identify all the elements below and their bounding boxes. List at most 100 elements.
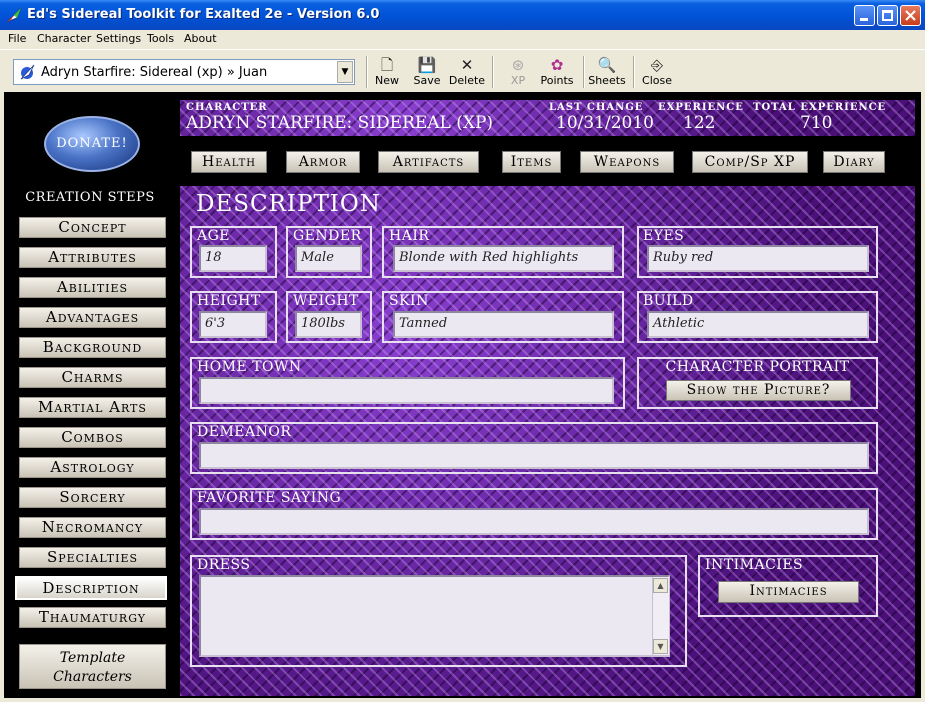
- toolbar-separator: [492, 56, 494, 88]
- scroll-up-icon[interactable]: ▲: [653, 578, 668, 593]
- toolbar: Adryn Starfire: Sidereal (xp) » Juan ▼ 🗋…: [0, 49, 925, 93]
- skin-input[interactable]: Tanned: [393, 311, 614, 338]
- donate-button[interactable]: DONATE!: [44, 116, 140, 172]
- title-bar: Ed's Sidereal Toolkit for Exalted 2e - V…: [0, 0, 925, 30]
- sheets-label: Sheets: [588, 74, 626, 87]
- step-attributes[interactable]: Attributes: [19, 247, 166, 268]
- window-title: Ed's Sidereal Toolkit for Exalted 2e - V…: [27, 7, 380, 22]
- scroll-down-icon[interactable]: ▼: [653, 639, 668, 654]
- template-characters-button[interactable]: Template Characters: [19, 644, 166, 689]
- hometown-input[interactable]: [199, 377, 614, 404]
- xp-button[interactable]: ⊛ XP: [496, 56, 540, 92]
- close-label: Close: [642, 74, 672, 87]
- experience-value: 122: [683, 113, 716, 133]
- floppy-icon: 💾: [417, 56, 437, 74]
- maximize-icon: [882, 10, 893, 21]
- hair-label: HAIR: [389, 228, 430, 244]
- close-door-icon: ⎆: [650, 56, 663, 74]
- show-picture-button[interactable]: Show the Picture?: [666, 380, 851, 401]
- character-name: ADRYN STARFIRE: SIDEREAL (XP): [186, 113, 494, 133]
- close-button[interactable]: ⎆ Close: [635, 56, 679, 92]
- template-label-line1: Template: [59, 650, 126, 666]
- step-background[interactable]: Background: [19, 337, 166, 358]
- dress-label: DRESS: [197, 557, 251, 573]
- delete-button[interactable]: ✕ Delete: [445, 56, 489, 92]
- character-select-value: Adryn Starfire: Sidereal (xp) » Juan: [41, 65, 268, 80]
- step-sorcery[interactable]: Sorcery: [19, 487, 166, 508]
- menu-character[interactable]: Character: [37, 32, 91, 45]
- dress-textarea[interactable]: [199, 575, 670, 657]
- character-select[interactable]: Adryn Starfire: Sidereal (xp) » Juan ▼: [13, 59, 355, 85]
- gender-label: GENDER: [293, 228, 362, 244]
- template-label-line2: Characters: [53, 669, 132, 685]
- menu-bar: File Character Settings Tools About: [0, 30, 925, 49]
- skin-label: SKIN: [389, 293, 429, 309]
- maximize-button[interactable]: [877, 5, 898, 26]
- save-button[interactable]: 💾 Save: [405, 56, 449, 92]
- step-advantages[interactable]: Advantages: [19, 307, 166, 328]
- step-specialties[interactable]: Specialties: [19, 547, 166, 568]
- step-thaumaturgy[interactable]: Thaumaturgy: [19, 607, 166, 628]
- tab-diary[interactable]: Diary: [823, 151, 885, 173]
- intimacies-label: INTIMACIES: [705, 557, 804, 573]
- age-input[interactable]: 18: [199, 245, 267, 272]
- height-label: HEIGHT: [197, 293, 261, 309]
- height-input[interactable]: 6'3: [199, 311, 267, 338]
- app-icon: [6, 7, 22, 23]
- close-window-button[interactable]: [900, 5, 921, 26]
- chevron-down-icon[interactable]: ▼: [337, 61, 353, 83]
- character-label: CHARACTER: [186, 102, 268, 113]
- intimacies-button[interactable]: Intimacies: [718, 581, 859, 603]
- menu-tools[interactable]: Tools: [147, 32, 174, 45]
- step-concept[interactable]: Concept: [19, 217, 166, 238]
- portrait-label: CHARACTER PORTRAIT: [665, 359, 850, 375]
- demeanor-label: DEMEANOR: [197, 424, 292, 440]
- favorite-saying-input[interactable]: [199, 508, 869, 535]
- tab-armor[interactable]: Armor: [286, 151, 360, 173]
- character-icon: [20, 64, 35, 80]
- creation-steps-title: CREATION STEPS: [25, 190, 155, 205]
- build-input[interactable]: Athletic: [647, 311, 869, 338]
- build-label: BUILD: [643, 293, 694, 309]
- menu-file[interactable]: File: [8, 32, 26, 45]
- step-necromancy[interactable]: Necromancy: [19, 517, 166, 538]
- save-label: Save: [413, 74, 441, 87]
- new-page-icon: 🗋: [380, 56, 394, 74]
- new-button[interactable]: 🗋 New: [365, 56, 409, 92]
- step-abilities[interactable]: Abilities: [19, 277, 166, 298]
- hometown-label: HOME TOWN: [197, 359, 302, 375]
- minimize-button[interactable]: [854, 5, 875, 26]
- step-martial-arts[interactable]: Martial Arts: [19, 397, 166, 418]
- new-label: New: [375, 74, 399, 87]
- age-label: AGE: [197, 228, 231, 244]
- demeanor-input[interactable]: [199, 442, 869, 469]
- tab-artifacts[interactable]: Artifacts: [378, 151, 479, 173]
- sheets-icon: 🔍: [597, 56, 617, 74]
- step-description[interactable]: Description: [15, 576, 167, 600]
- step-astrology[interactable]: Astrology: [19, 457, 166, 478]
- total-experience-value: 710: [800, 113, 833, 133]
- xp-icon: ⊛: [511, 56, 525, 74]
- experience-label: EXPERIENCE: [658, 102, 744, 113]
- menu-about[interactable]: About: [184, 32, 217, 45]
- step-combos[interactable]: Combos: [19, 427, 166, 448]
- weight-input[interactable]: 180lbs: [295, 311, 362, 338]
- panel-title: DESCRIPTION: [196, 191, 381, 217]
- tab-health[interactable]: Health: [191, 151, 267, 173]
- last-change-label: LAST CHANGE: [549, 102, 644, 113]
- delete-x-icon: ✕: [460, 56, 474, 74]
- eyes-input[interactable]: Ruby red: [647, 245, 869, 272]
- sheets-button[interactable]: 🔍 Sheets: [585, 56, 629, 92]
- tab-items[interactable]: Items: [502, 151, 561, 173]
- favorite-saying-label: FAVORITE SAYING: [197, 490, 342, 506]
- delete-label: Delete: [448, 74, 486, 87]
- tab-weapons[interactable]: Weapons: [580, 151, 674, 173]
- hair-input[interactable]: Blonde with Red highlights: [393, 245, 614, 272]
- menu-settings[interactable]: Settings: [96, 32, 141, 45]
- points-button[interactable]: ✿ Points: [535, 56, 579, 92]
- gender-input[interactable]: Male: [295, 245, 362, 272]
- tab-comp-sp-xp[interactable]: Comp/Sp XP: [692, 151, 808, 173]
- step-charms[interactable]: Charms: [19, 367, 166, 388]
- weight-label: WEIGHT: [293, 293, 359, 309]
- total-experience-label: TOTAL EXPERIENCE: [753, 102, 887, 113]
